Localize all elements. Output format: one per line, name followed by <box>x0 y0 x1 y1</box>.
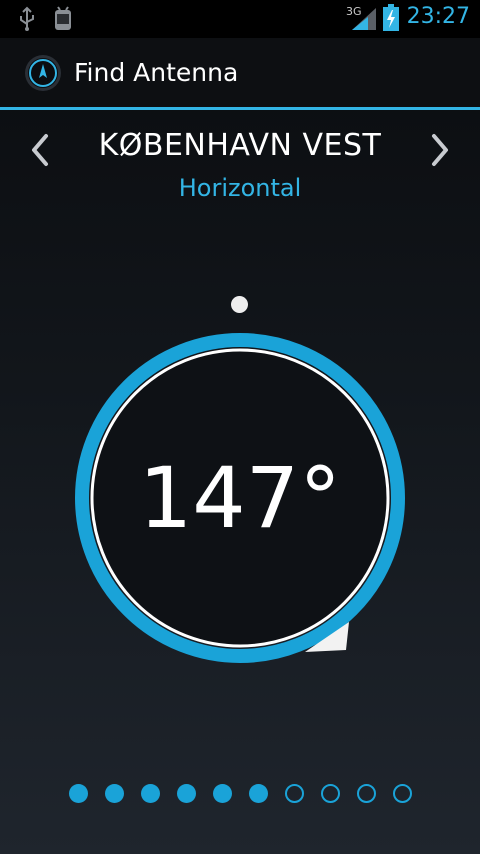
pager-dot[interactable] <box>393 784 412 803</box>
pager-dot[interactable] <box>213 784 232 803</box>
status-bar: 3G 23:27 <box>0 0 480 38</box>
page-indicator <box>0 784 480 804</box>
pager-dot[interactable] <box>321 784 340 803</box>
station-name: KØBENHAVN VEST <box>98 128 382 163</box>
android-debug-icon <box>50 6 76 36</box>
pager-dot[interactable] <box>357 784 376 803</box>
pager-dot[interactable] <box>285 784 304 803</box>
status-time: 23:27 <box>406 4 470 29</box>
north-marker-dot <box>231 296 248 313</box>
pager-dot[interactable] <box>141 784 160 803</box>
compass-dial: 147° <box>74 332 406 664</box>
pager-dot[interactable] <box>177 784 196 803</box>
bearing-readout: 147° <box>138 449 342 547</box>
signal-icon <box>352 8 376 34</box>
pager-dot[interactable] <box>105 784 124 803</box>
pager-dot[interactable] <box>69 784 88 803</box>
usb-icon <box>16 6 38 36</box>
polarization-label: Horizontal <box>178 174 302 202</box>
action-bar: Find Antenna <box>0 38 480 110</box>
app-title: Find Antenna <box>74 58 239 87</box>
battery-charging-icon <box>382 4 400 36</box>
chevron-left-icon[interactable] <box>26 132 56 168</box>
chevron-right-icon[interactable] <box>424 132 454 168</box>
antenna-compass-icon[interactable] <box>24 54 62 92</box>
pager-dot[interactable] <box>249 784 268 803</box>
